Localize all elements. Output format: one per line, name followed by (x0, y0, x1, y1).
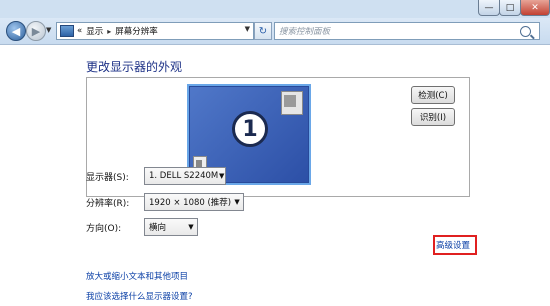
orientation-select[interactable]: 横向 ▼ (144, 218, 198, 236)
back-button[interactable]: ◀ (6, 21, 26, 41)
window-thumbnail-icon (281, 91, 303, 115)
navigation-bar: ◀ ▶ ▼ « 显示 ▸ 屏幕分辨率 ▼ ↻ 搜索控制面板 (0, 18, 550, 45)
breadcrumb-display[interactable]: 显示 (86, 25, 103, 37)
breadcrumb-overflow[interactable]: « (77, 26, 82, 36)
forward-button[interactable]: ▶ (26, 21, 46, 41)
address-dropdown-icon[interactable]: ▼ (245, 25, 250, 33)
orientation-select-value: 横向 (149, 223, 167, 233)
display-label: 显示器(S): (86, 173, 129, 183)
maximize-button[interactable]: □ (499, 0, 521, 16)
detect-button[interactable]: 检测(C) (411, 86, 455, 104)
recent-pages-dropdown[interactable]: ▼ (46, 26, 51, 34)
orientation-label: 方向(O): (86, 224, 122, 234)
advanced-settings-link[interactable]: 高级设置 (436, 239, 470, 251)
refresh-button[interactable]: ↻ (254, 22, 272, 40)
chevron-down-icon[interactable]: ▼ (218, 172, 225, 180)
text-size-link[interactable]: 放大或缩小文本和其他项目 (86, 270, 188, 282)
main-content: 更改显示器的外观 1 检测(C) 识别(I) 显示器(S): 1. DELL S… (0, 45, 550, 306)
search-input[interactable]: 搜索控制面板 (279, 25, 520, 37)
breadcrumb-screen-resolution[interactable]: 屏幕分辨率 (115, 25, 158, 37)
display-settings-help-link[interactable]: 我应该选择什么显示器设置? (86, 290, 193, 302)
resolution-select-value: 1920 × 1080 (推荐) (149, 198, 232, 208)
display-select[interactable]: 1. DELL S2240M ▼ (144, 167, 226, 185)
identify-button[interactable]: 识别(I) (411, 108, 455, 126)
search-icon[interactable] (520, 25, 531, 37)
page-title: 更改显示器的外观 (86, 60, 183, 74)
resolution-label: 分辨率(R): (86, 199, 130, 209)
close-button[interactable]: ✕ (520, 0, 550, 16)
chevron-down-icon[interactable]: ▼ (231, 198, 243, 206)
search-box[interactable]: 搜索控制面板 (274, 22, 540, 40)
control-panel-icon (60, 25, 74, 37)
title-bar: — □ ✕ (0, 0, 550, 18)
minimize-button[interactable]: — (478, 0, 500, 16)
chevron-down-icon[interactable]: ▼ (185, 223, 197, 231)
monitor-number-badge: 1 (232, 111, 268, 147)
breadcrumb-separator-icon[interactable]: ▸ (107, 27, 111, 36)
display-select-value: 1. DELL S2240M (149, 171, 219, 181)
address-bar[interactable]: « 显示 ▸ 屏幕分辨率 ▼ (56, 22, 254, 40)
resolution-select[interactable]: 1920 × 1080 (推荐) ▼ (144, 193, 244, 211)
